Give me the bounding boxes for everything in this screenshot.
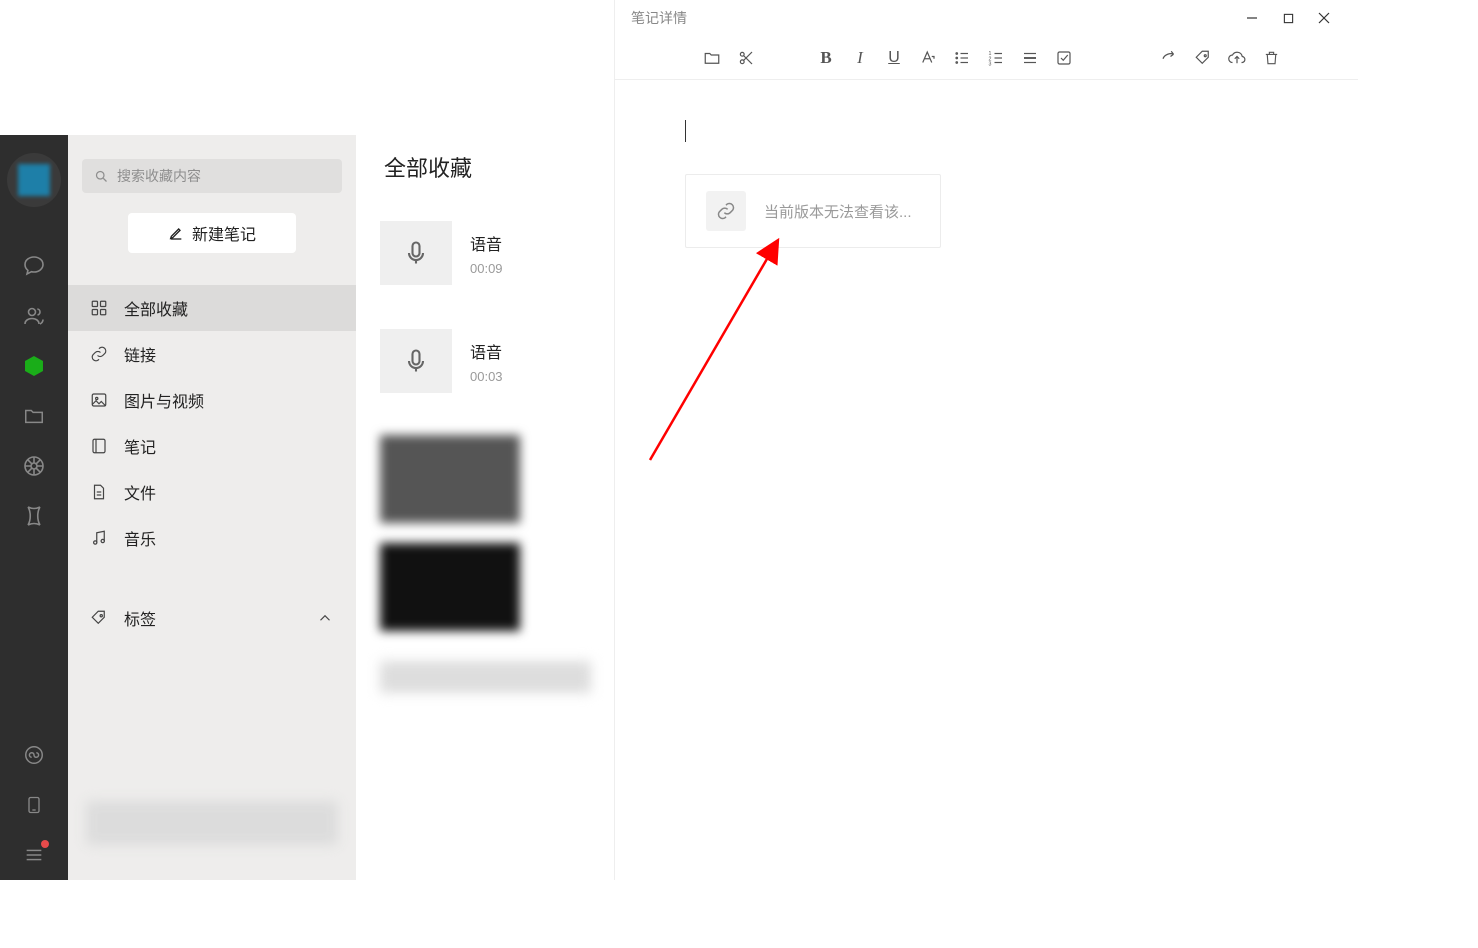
folder-icon[interactable] — [695, 43, 729, 73]
list-item[interactable]: 语音 00:09 — [356, 199, 615, 307]
new-note-button[interactable]: 新建笔记 — [128, 213, 296, 253]
share-icon[interactable] — [1152, 43, 1186, 73]
editor-toolbar: B I U 123 — [615, 36, 1358, 80]
voice-title: 语音 — [470, 231, 503, 255]
sidebar-item-files[interactable]: 文件 — [68, 469, 356, 515]
svg-text:3: 3 — [989, 61, 992, 67]
sidebar-item-all[interactable]: 全部收藏 — [68, 285, 356, 331]
upload-icon[interactable] — [1220, 43, 1254, 73]
menu-icon[interactable] — [21, 842, 47, 868]
sidebar-item-links[interactable]: 链接 — [68, 331, 356, 377]
voice-title: 语音 — [470, 339, 503, 363]
miniprogram-icon[interactable] — [21, 742, 47, 768]
sidebar-item-label: 全部收藏 — [124, 296, 188, 320]
new-note-label: 新建笔记 — [192, 221, 256, 245]
avatar[interactable] — [7, 153, 61, 207]
font-button[interactable] — [911, 43, 945, 73]
ul-button[interactable] — [945, 43, 979, 73]
link-card-text: 当前版本无法查看该... — [764, 201, 912, 222]
maximize-button[interactable] — [1270, 4, 1306, 32]
list-item[interactable] — [380, 435, 591, 523]
italic-button[interactable]: I — [843, 43, 877, 73]
tags-label: 标签 — [124, 606, 316, 630]
tag-icon[interactable] — [1186, 43, 1220, 73]
moments-icon[interactable] — [21, 453, 47, 479]
sidebar-item-label: 链接 — [124, 342, 156, 366]
sidebar-item-music[interactable]: 音乐 — [68, 515, 356, 561]
favorites-app: 搜索收藏内容 新建笔记 全部收藏 链接 图片与视频 笔记 — [0, 135, 615, 880]
window-title: 笔记详情 — [631, 8, 1234, 28]
voice-duration: 00:09 — [470, 261, 503, 276]
contacts-icon[interactable] — [21, 303, 47, 329]
chat-icon[interactable] — [21, 253, 47, 279]
list-item[interactable] — [380, 543, 591, 631]
underline-button[interactable]: U — [877, 43, 911, 73]
list-blurred-item — [380, 661, 591, 693]
folder-icon[interactable] — [21, 403, 47, 429]
note-window: 笔记详情 B I U 123 — [614, 0, 1358, 880]
sidebar-item-notes[interactable]: 笔记 — [68, 423, 356, 469]
favorites-icon[interactable] — [21, 353, 47, 379]
sidebar-item-media[interactable]: 图片与视频 — [68, 377, 356, 423]
text-cursor — [685, 120, 686, 142]
voice-thumbnail — [380, 329, 452, 393]
minimize-button[interactable] — [1234, 4, 1270, 32]
list-item[interactable]: 语音 00:03 — [356, 307, 615, 415]
favorites-list: 全部收藏 语音 00:09 语音 00:03 — [356, 135, 615, 880]
phone-icon[interactable] — [21, 792, 47, 818]
voice-duration: 00:03 — [470, 369, 503, 384]
ol-button[interactable]: 123 — [979, 43, 1013, 73]
sidebar-tags-toggle[interactable]: 标签 — [68, 595, 356, 641]
nav-rail — [0, 135, 68, 880]
sidebar: 搜索收藏内容 新建笔记 全部收藏 链接 图片与视频 笔记 — [68, 135, 356, 880]
sidebar-item-label: 图片与视频 — [124, 388, 204, 412]
chevron-up-icon — [316, 609, 334, 627]
hr-button[interactable] — [1013, 43, 1047, 73]
sidebar-item-label: 文件 — [124, 480, 156, 504]
checkbox-button[interactable] — [1047, 43, 1081, 73]
search-input[interactable]: 搜索收藏内容 — [82, 159, 342, 193]
scissors-icon[interactable] — [729, 43, 763, 73]
voice-thumbnail — [380, 221, 452, 285]
titlebar: 笔记详情 — [615, 0, 1358, 36]
sidebar-item-label: 音乐 — [124, 526, 156, 550]
channels-icon[interactable] — [21, 503, 47, 529]
delete-icon[interactable] — [1254, 43, 1288, 73]
note-editor[interactable]: 当前版本无法查看该... — [615, 80, 1358, 880]
link-icon — [706, 191, 746, 231]
bold-button[interactable]: B — [809, 43, 843, 73]
sidebar-blurred-content — [86, 801, 338, 845]
close-button[interactable] — [1306, 4, 1342, 32]
link-card[interactable]: 当前版本无法查看该... — [685, 174, 941, 248]
list-header: 全部收藏 — [356, 135, 615, 199]
search-placeholder: 搜索收藏内容 — [117, 166, 201, 186]
sidebar-item-label: 笔记 — [124, 434, 156, 458]
